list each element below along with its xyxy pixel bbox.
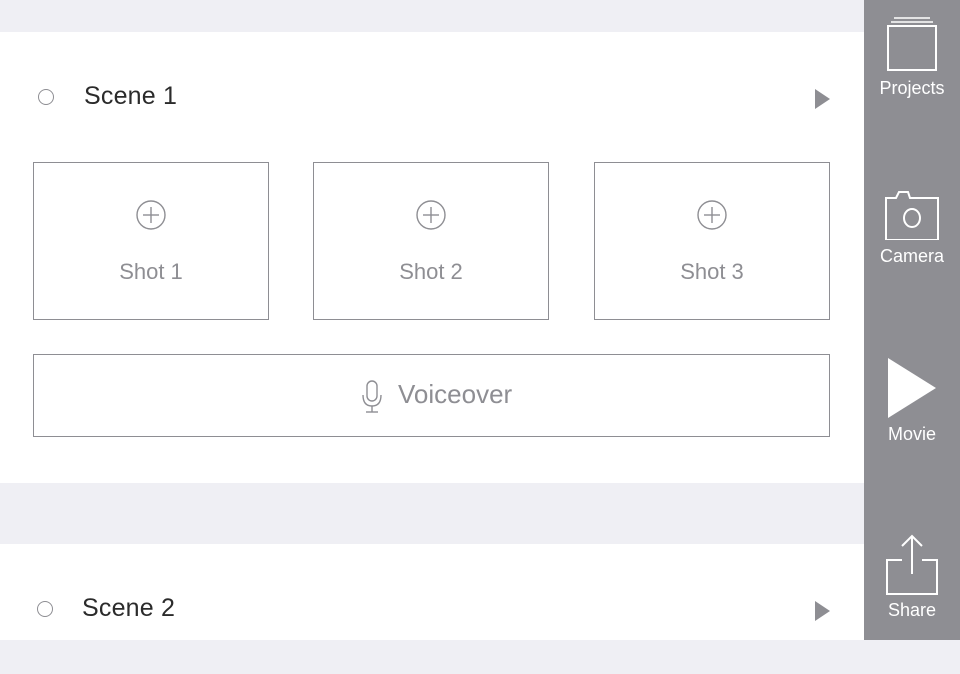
projects-label: Projects <box>879 78 945 98</box>
camera-label: Camera <box>879 246 945 266</box>
radio-circle-icon[interactable] <box>38 89 54 105</box>
play-triangle-icon[interactable] <box>815 601 830 621</box>
scene-title: Scene 2 <box>82 594 176 622</box>
play-icon <box>888 358 936 418</box>
play-triangle-icon[interactable] <box>815 89 830 109</box>
add-shot-button[interactable]: Shot 1 <box>33 162 269 320</box>
scene-header[interactable]: Scene 2 <box>0 544 864 674</box>
camera-button[interactable]: Camera <box>864 186 960 276</box>
scene-list: Scene 1 Shot 1 Shot 2 Shot 3 Voiceover S… <box>0 0 864 640</box>
stacked-folders-icon <box>887 17 937 71</box>
shot-label: Shot 1 <box>119 259 183 284</box>
microphone-icon <box>362 380 382 413</box>
plus-circle-icon <box>697 200 727 230</box>
shot-label: Shot 2 <box>399 259 463 284</box>
scene-card: Scene 1 Shot 1 Shot 2 Shot 3 Voiceover <box>0 32 864 483</box>
share-upload-icon <box>886 534 938 595</box>
share-label: Share <box>887 600 937 620</box>
plus-circle-icon <box>416 200 446 230</box>
scene-header[interactable]: Scene 1 <box>0 32 864 162</box>
plus-circle-icon <box>136 200 166 230</box>
radio-circle-icon[interactable] <box>37 601 53 617</box>
add-shot-button[interactable]: Shot 2 <box>313 162 549 320</box>
voiceover-label: Voiceover <box>398 379 513 409</box>
movie-button[interactable]: Movie <box>864 356 960 446</box>
movie-label: Movie <box>887 424 936 444</box>
add-shot-button[interactable]: Shot 3 <box>594 162 830 320</box>
share-button[interactable]: Share <box>864 534 960 634</box>
scene-card: Scene 2 <box>0 544 864 640</box>
sidebar: Projects Camera Movie Share <box>864 0 960 640</box>
shot-label: Shot 3 <box>680 259 744 284</box>
scene-title: Scene 1 <box>84 82 178 110</box>
camera-icon <box>885 191 939 240</box>
projects-button[interactable]: Projects <box>864 10 960 110</box>
voiceover-button[interactable]: Voiceover <box>33 354 830 437</box>
